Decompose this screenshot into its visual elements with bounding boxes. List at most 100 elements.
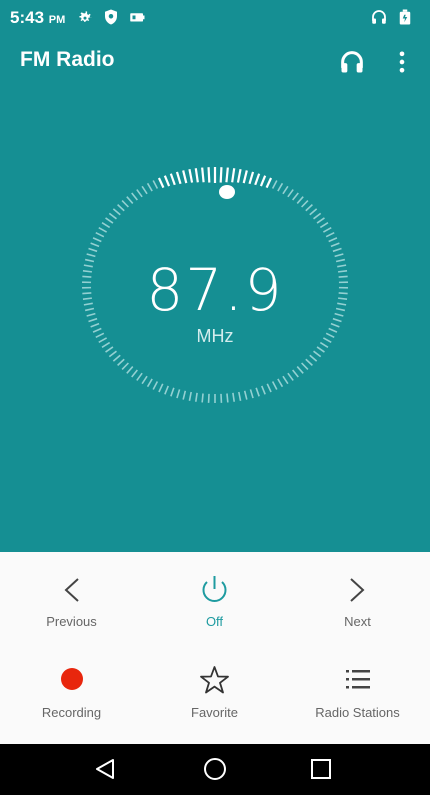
dial-tick bbox=[84, 258, 95, 263]
dial-tick bbox=[188, 168, 194, 183]
dial-tick bbox=[287, 189, 294, 198]
more-vert-icon[interactable] bbox=[388, 48, 416, 76]
dial-tick bbox=[105, 217, 114, 224]
dial-tick bbox=[277, 378, 284, 388]
dial-tick bbox=[146, 378, 153, 388]
dial-tick bbox=[337, 302, 347, 306]
headphones-icon[interactable] bbox=[338, 48, 366, 76]
dial-tick bbox=[201, 393, 204, 403]
dial-tick bbox=[265, 177, 273, 189]
dial-tick bbox=[309, 208, 318, 216]
dial-tick bbox=[98, 226, 108, 233]
dial-tick bbox=[325, 231, 335, 238]
dial-tick bbox=[194, 168, 199, 183]
next-button[interactable]: Next bbox=[286, 574, 429, 644]
previous-label: Previous bbox=[46, 614, 97, 629]
chevron-right-icon bbox=[350, 578, 365, 602]
dial-tick bbox=[330, 322, 340, 328]
headphones-icon bbox=[372, 10, 386, 24]
dial-tick bbox=[319, 341, 329, 348]
dial-tick bbox=[337, 297, 348, 301]
dial-tick bbox=[337, 269, 348, 273]
chevron-left-icon bbox=[64, 578, 79, 602]
dial-tick bbox=[176, 389, 181, 399]
radio-stations-label: Radio Stations bbox=[315, 705, 400, 720]
previous-button[interactable]: Previous bbox=[0, 574, 143, 644]
dial-indicator[interactable] bbox=[219, 185, 235, 199]
favorite-button[interactable]: Favorite bbox=[143, 664, 286, 734]
recording-button[interactable]: Recording bbox=[0, 664, 143, 734]
dial-tick bbox=[301, 362, 309, 370]
dial-tick bbox=[282, 185, 289, 195]
dial-tick bbox=[101, 341, 111, 348]
shield-icon bbox=[105, 9, 117, 25]
dial-tick bbox=[82, 269, 93, 273]
gear-icon bbox=[79, 11, 92, 22]
dial-tick bbox=[188, 391, 192, 401]
dial-tick bbox=[88, 317, 98, 323]
dial-tick bbox=[182, 390, 187, 400]
dial-tick bbox=[141, 375, 148, 385]
dial-tick bbox=[261, 385, 266, 395]
dial-tick bbox=[152, 381, 159, 390]
dial-tick bbox=[271, 180, 278, 189]
dial-tick bbox=[330, 242, 340, 248]
dial-tick bbox=[169, 173, 176, 186]
status-time-value: 5:43 bbox=[10, 8, 45, 27]
dial-tick bbox=[249, 389, 254, 399]
dial-tick bbox=[313, 350, 322, 358]
dial-tick bbox=[82, 275, 92, 278]
home-icon[interactable] bbox=[201, 756, 229, 782]
dial-tick bbox=[136, 189, 143, 198]
dial-tick bbox=[242, 170, 248, 184]
dial-tick bbox=[296, 366, 304, 374]
dial-tick bbox=[287, 372, 294, 381]
dial-tick bbox=[90, 322, 100, 328]
dial-tick bbox=[86, 253, 96, 258]
dial-tick bbox=[277, 182, 284, 192]
dial-tick bbox=[158, 383, 164, 393]
list-icon bbox=[346, 670, 370, 689]
favorite-label: Favorite bbox=[191, 705, 238, 720]
dial-tick bbox=[319, 222, 329, 229]
dial-tick bbox=[126, 196, 134, 204]
dial-tick bbox=[305, 358, 313, 366]
dial-tick bbox=[88, 247, 98, 253]
dial-tick bbox=[152, 180, 159, 189]
dial-tick bbox=[332, 317, 342, 323]
dial-tick bbox=[332, 247, 342, 253]
dial-tick bbox=[95, 332, 105, 339]
dial-tick bbox=[219, 167, 223, 183]
dial-tick bbox=[95, 231, 105, 238]
dial-tick bbox=[231, 168, 236, 183]
dial-tick bbox=[305, 204, 313, 212]
dial-tick bbox=[112, 208, 121, 216]
dial-tick bbox=[309, 354, 318, 362]
dial-tick bbox=[82, 297, 93, 301]
radio-stations-button[interactable]: Radio Stations bbox=[286, 664, 429, 734]
dial-tick bbox=[146, 182, 153, 192]
dial-tick bbox=[163, 175, 171, 187]
power-label: Off bbox=[205, 614, 224, 629]
recents-icon[interactable] bbox=[307, 756, 335, 782]
dial-tick bbox=[84, 307, 95, 312]
dial-tick bbox=[194, 392, 198, 402]
dial-tick bbox=[248, 171, 255, 185]
dial-tick bbox=[207, 167, 211, 183]
dial-tick bbox=[266, 383, 272, 393]
dial-tick bbox=[105, 346, 114, 353]
back-icon[interactable] bbox=[91, 756, 119, 782]
dial-tick bbox=[301, 200, 309, 208]
dial-tick bbox=[92, 327, 102, 333]
recording-label: Recording bbox=[41, 705, 102, 720]
dial-tick bbox=[226, 393, 229, 403]
dial-tick bbox=[98, 337, 108, 344]
dial-tick bbox=[225, 167, 229, 183]
dial-tick bbox=[335, 258, 346, 263]
dial-tick bbox=[112, 354, 121, 362]
dial-tick bbox=[316, 346, 325, 353]
status-time: 5:43 PM bbox=[10, 8, 65, 28]
status-ampm: PM bbox=[48, 14, 66, 26]
dial-tick bbox=[117, 204, 125, 212]
power-button[interactable]: Off bbox=[143, 574, 286, 644]
